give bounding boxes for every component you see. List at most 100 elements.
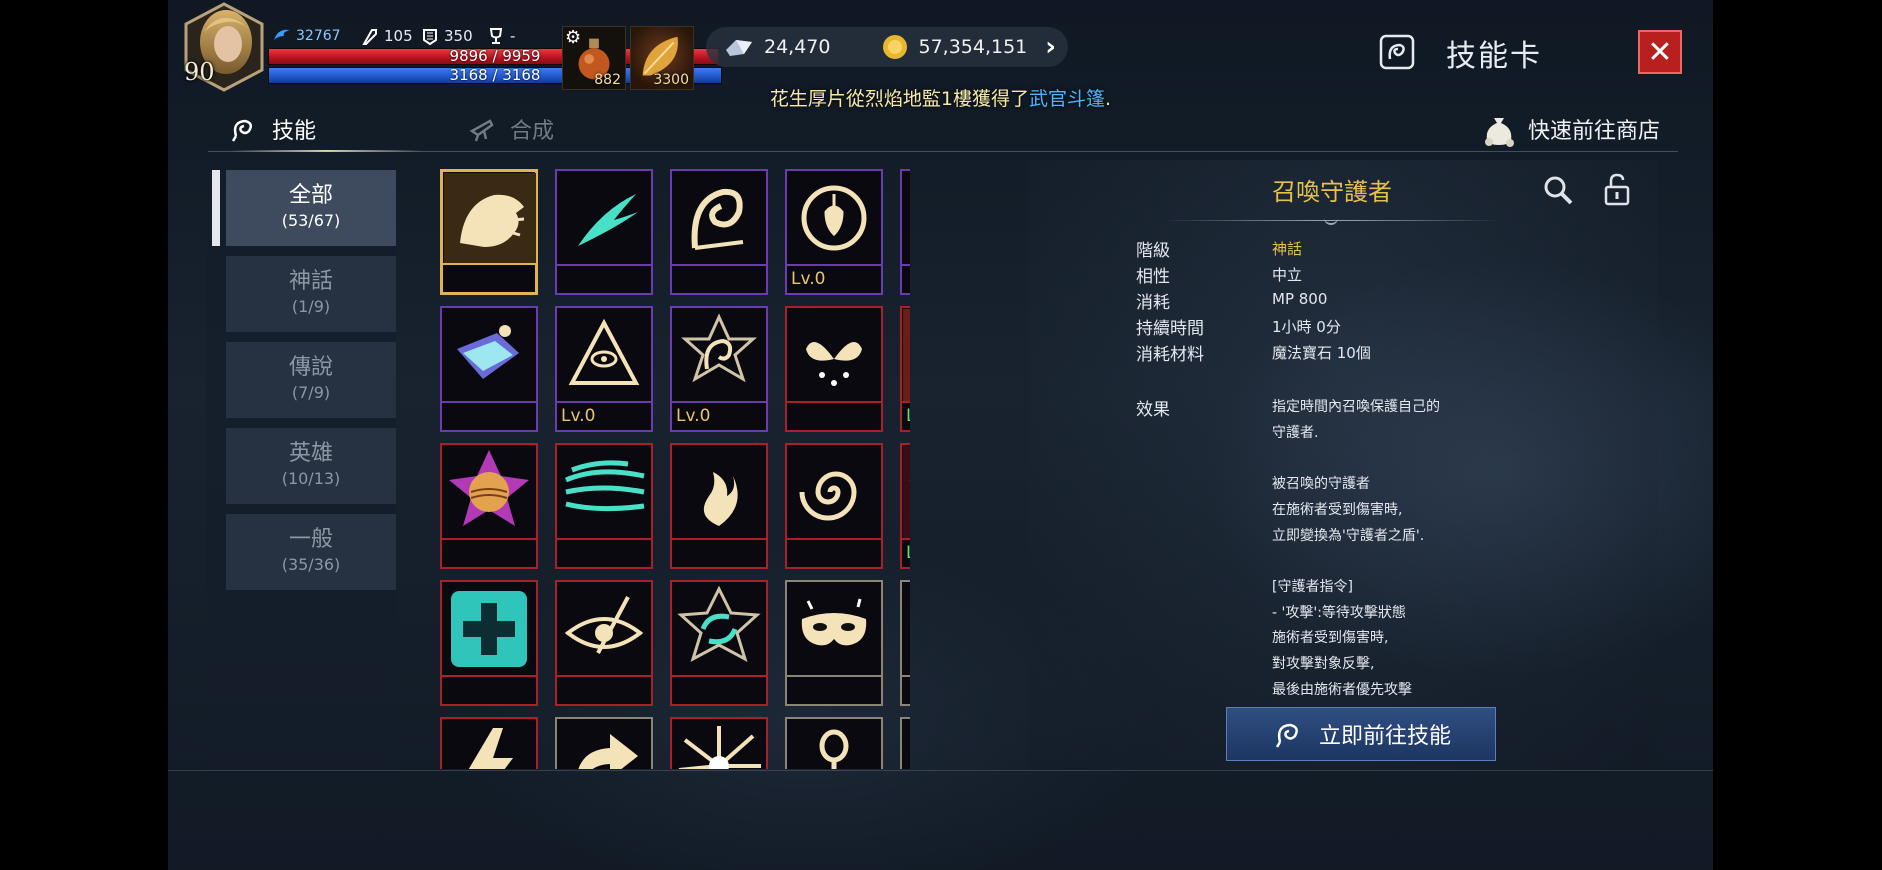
tab-compose[interactable]: 合成: [468, 106, 554, 152]
currency-bar: 24,470 57,354,151 ›: [706, 27, 1068, 67]
skill-card[interactable]: [785, 443, 883, 569]
gold-coin-icon: [883, 35, 908, 59]
planet-star-icon: [443, 446, 535, 538]
notice-text: 花生厚片從烈焰地監1樓獲得了: [769, 88, 1030, 110]
skill-card[interactable]: [900, 580, 910, 706]
skill-card[interactable]: [440, 169, 538, 295]
skill-card[interactable]: [670, 169, 768, 295]
skill-card[interactable]: [900, 717, 910, 769]
mask-icon: [788, 583, 880, 675]
search-icon[interactable]: [1542, 174, 1574, 206]
flame-swirl-icon: [673, 172, 765, 264]
tab-skills[interactable]: 技能: [228, 106, 316, 152]
skill-card[interactable]: [555, 169, 653, 295]
heal-cross-icon: [443, 583, 535, 675]
skill-card[interactable]: Lv.0: [555, 306, 653, 432]
skill-level: Lv.0: [676, 406, 711, 426]
vortex-icon: [788, 446, 880, 538]
money-bag-icon: [1485, 118, 1514, 147]
lightning-icon: [443, 720, 535, 769]
filter-common[interactable]: 一般 (35/36): [226, 514, 396, 590]
skill-card[interactable]: [555, 580, 653, 706]
attr-value-duration: 1小時 0分: [1272, 318, 1341, 336]
skill-card[interactable]: Lv.0: [785, 169, 883, 295]
skill-level-strip: Lv.0: [672, 401, 766, 430]
armor-icon: [423, 29, 437, 46]
gear-icon[interactable]: ⚙: [565, 27, 581, 48]
skill-card[interactable]: [440, 580, 538, 706]
teal-comet-icon: [558, 172, 650, 264]
attr-label-material: 消耗材料: [1136, 345, 1204, 365]
quick-slot-leaf[interactable]: 3300: [630, 26, 694, 90]
skill-card[interactable]: Lv.0: [670, 306, 768, 432]
ankh-icon: [788, 720, 880, 769]
go-to-skill-button[interactable]: 立即前往技能: [1226, 707, 1496, 761]
skill-card[interactable]: [555, 717, 653, 769]
filter-name: 全部: [288, 183, 333, 208]
skill-card[interactable]: [670, 443, 768, 569]
emerald-claw-icon: [903, 309, 910, 401]
tab-skills-label: 技能: [272, 119, 317, 144]
filter-hero[interactable]: 英雄 (10/13): [226, 428, 396, 504]
gold-amount: 57,354,151: [918, 36, 1028, 58]
stat-rank-value: -: [510, 27, 516, 45]
skill-level-strip: [442, 401, 536, 430]
filter-mythic[interactable]: 神話 (1/9): [226, 256, 396, 332]
skill-card[interactable]: [440, 443, 538, 569]
filter-all[interactable]: 全部 (53/67): [212, 170, 396, 246]
shop-shortcut-label: 快速前往商店: [1528, 119, 1661, 144]
skill-level-strip: [557, 538, 651, 567]
shop-shortcut-button[interactable]: 快速前往商店: [1480, 106, 1660, 152]
skill-level-strip: [787, 401, 881, 430]
attr-value-grade: 神話: [1272, 240, 1303, 258]
tab-compose-label: 合成: [510, 119, 555, 144]
attr-value-material: 魔法寶石 10個: [1272, 344, 1371, 362]
skill-card[interactable]: Lv.3: [900, 306, 910, 432]
skill-level-strip: [902, 264, 910, 293]
return-arrow-icon: [558, 720, 650, 769]
skill-card[interactable]: Lv.1: [900, 443, 910, 569]
filter-count: (1/9): [291, 297, 331, 316]
skill-card[interactable]: [555, 443, 653, 569]
filter-count: (10/13): [281, 469, 341, 488]
notice-item-link[interactable]: 武官斗篷: [1029, 88, 1105, 110]
skill-level-strip: [902, 675, 910, 704]
stat-defense-value: 350: [444, 27, 473, 45]
skill-level-strip: [672, 264, 766, 293]
sword-icon: [362, 29, 377, 45]
page-title: 技能卡: [1446, 39, 1542, 74]
attr-label-grade: 階級: [1136, 241, 1170, 261]
close-button[interactable]: ✕: [1638, 30, 1682, 74]
teal-wind-icon: [558, 446, 650, 538]
stat-attack: 105: [360, 26, 413, 46]
skill-level-strip: [442, 675, 536, 704]
chevron-right-icon[interactable]: ›: [1045, 32, 1056, 62]
bottom-divider: [168, 770, 1713, 771]
skill-grid: Lv.0 Lv.0 Lv.0 Lv.3 Lv.1: [440, 165, 910, 769]
filter-name: 傳說: [288, 355, 333, 380]
eye-dagger-icon: [558, 583, 650, 675]
pyramid-eye-icon: [558, 309, 650, 401]
attr-value-affinity: 中立: [1272, 266, 1303, 284]
skill-card[interactable]: [670, 717, 768, 769]
praying-hands-icon: [788, 309, 880, 401]
lion-roar-icon: [444, 173, 536, 265]
skill-card[interactable]: [900, 169, 910, 295]
skill-level: Lv.1: [906, 543, 910, 563]
filter-legendary[interactable]: 傳說 (7/9): [226, 342, 396, 418]
skill-card[interactable]: [785, 717, 883, 769]
skill-card[interactable]: [785, 306, 883, 432]
star-comet-icon: [903, 172, 910, 264]
stat-rank: -: [486, 26, 515, 46]
skill-card[interactable]: [785, 580, 883, 706]
demon-star-icon: [903, 446, 910, 538]
skill-swirl-icon: [1275, 723, 1298, 748]
skill-card[interactable]: [440, 306, 538, 432]
skill-level-strip: [787, 538, 881, 567]
skill-card[interactable]: [440, 717, 538, 769]
unlock-icon[interactable]: [1602, 172, 1632, 206]
skill-effect-description: 指定時間內召喚保護自己的 守護者. 被召喚的守護者 在施術者受到傷害時, 立即變…: [1272, 399, 1440, 698]
skill-level-strip: Lv.1: [902, 538, 910, 567]
quick-slot-potion[interactable]: ⚙ 882: [562, 26, 626, 90]
skill-card[interactable]: [670, 580, 768, 706]
